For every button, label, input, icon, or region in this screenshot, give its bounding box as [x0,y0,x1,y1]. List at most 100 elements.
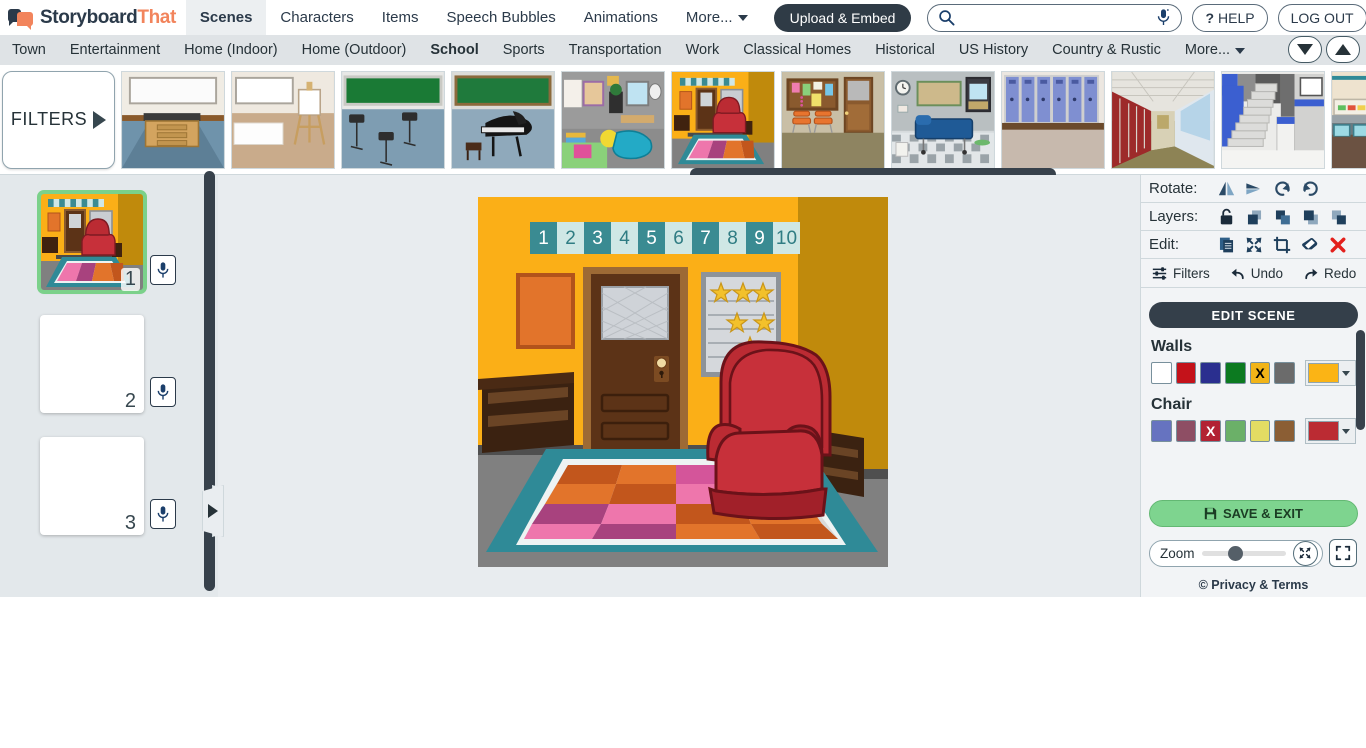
undo-button[interactable]: Undo [1220,266,1293,281]
category-country-rustic[interactable]: Country & Rustic [1040,42,1173,58]
delete-icon[interactable] [1325,233,1351,257]
scene-thumb-classroom-door-yellow[interactable] [671,70,775,169]
scene-thumb-stairwell[interactable] [1221,70,1325,169]
app-logo[interactable]: StoryboardThat [0,7,186,30]
chair-swatch-periwinkle[interactable] [1151,420,1172,442]
chair-current-color-chip [1308,421,1339,441]
category-home-outdoor[interactable]: Home (Outdoor) [290,42,419,58]
tab-animations[interactable]: Animations [570,0,672,35]
scene-thumb-cafeteria[interactable] [1331,70,1366,169]
privacy-terms-link[interactable]: © Privacy & Terms [1141,578,1366,592]
category-classical-homes-label: Classical Homes [743,42,852,58]
duplicate-icon[interactable] [1213,233,1239,257]
microphone-icon[interactable] [1156,8,1171,27]
scene-thumbnail-strip[interactable]: FILTERS [0,65,1366,175]
scene-thumb-art-room-easel[interactable] [231,70,335,169]
help-button[interactable]: ? HELP [1192,3,1268,32]
category-sports[interactable]: Sports [491,42,557,58]
storyboard-cell-2[interactable]: 2 [40,315,144,413]
scene-thumb-music-room-piano[interactable] [451,70,555,169]
eraser-icon[interactable] [1297,233,1323,257]
chair-swatch-green[interactable] [1225,420,1246,442]
scene-canvas[interactable]: 1 2 3 4 5 6 7 8 9 10 [478,197,888,567]
storyboard-cell-number: 3 [120,512,140,535]
zoom-slider-group[interactable]: Zoom [1149,539,1323,567]
properties-panel-scrollbar[interactable] [1356,330,1365,430]
cell-microphone-button-1[interactable] [150,255,176,285]
crop-icon[interactable] [1269,233,1295,257]
zoom-slider[interactable] [1201,545,1286,561]
edit-scene-button[interactable]: EDIT SCENE [1149,302,1358,328]
send-to-back-icon[interactable] [1325,205,1351,229]
category-work[interactable]: Work [674,42,732,58]
category-entertainment[interactable]: Entertainment [58,42,172,58]
canvas-pane[interactable]: 1 2 3 4 5 6 7 8 9 10 [202,175,1140,597]
filters-button[interactable]: FILTERS [2,70,115,169]
storyboard-cell-row-2: 2 [0,315,218,413]
flip-horizontal-icon[interactable] [1213,177,1239,201]
tab-scenes[interactable]: Scenes [185,0,267,35]
fit-to-screen-button[interactable] [1292,540,1318,566]
chair-swatch-plum[interactable] [1175,420,1197,442]
walls-current-color-dropdown[interactable] [1305,360,1356,386]
storyboard-cell-row-3: 3 [0,437,218,535]
walls-swatch-blue[interactable] [1200,362,1222,384]
walls-swatch-gray[interactable] [1274,362,1296,384]
send-backward-icon[interactable] [1297,205,1323,229]
lock-icon[interactable] [1213,205,1239,229]
tab-items[interactable]: Items [368,0,433,35]
chair-swatch-yellow[interactable] [1249,420,1271,442]
chair-swatch-red-selected[interactable]: X [1200,420,1222,442]
resize-icon[interactable] [1241,233,1267,257]
fullscreen-button[interactable] [1328,539,1357,567]
search-input[interactable] [963,8,1149,27]
filters-panel-button[interactable]: Filters [1141,266,1220,281]
bring-to-front-icon[interactable] [1241,205,1267,229]
rotate-right-icon[interactable] [1297,177,1323,201]
scene-thumb-classroom-desk-whiteboard[interactable] [121,70,225,169]
zoom-slider-knob[interactable] [1227,545,1243,561]
save-and-exit-button[interactable]: SAVE & EXIT [1149,500,1358,527]
scene-thumb-music-room-stands[interactable] [341,70,445,169]
walls-swatch-yellow-selected[interactable]: X [1249,362,1271,384]
scene-thumb-nurse-office[interactable] [891,70,995,169]
category-classical-homes[interactable]: Classical Homes [731,42,863,58]
undo-redo-toolbar: Filters Undo Redo [1141,259,1366,288]
tab-more[interactable]: More... [672,0,762,35]
storyboard-cell-1[interactable]: 1 [37,190,147,294]
scene-thumb-hallway-chairs-door[interactable] [781,70,885,169]
category-scroll-arrows [1288,36,1360,63]
walls-swatch-white[interactable] [1151,362,1172,384]
page-background-filler [0,612,1366,748]
undo-icon [1231,268,1244,279]
category-school[interactable]: School [418,42,490,58]
cell-microphone-button-3[interactable] [150,499,176,529]
chair-swatch-brown[interactable] [1274,420,1296,442]
rotate-left-icon[interactable] [1269,177,1295,201]
scroll-up-button[interactable] [1326,36,1360,63]
tab-characters[interactable]: Characters [266,0,367,35]
category-more[interactable]: More... [1173,42,1257,58]
collapse-right-panel-button[interactable] [202,485,224,537]
category-town[interactable]: Town [0,42,58,58]
storyboard-cell-3[interactable]: 3 [40,437,144,535]
scene-thumb-kindergarten-playroom[interactable] [561,70,665,169]
logout-button[interactable]: LOG OUT [1277,3,1366,32]
chair-current-color-dropdown[interactable] [1305,418,1356,444]
category-home-indoor[interactable]: Home (Indoor) [172,42,289,58]
bring-forward-icon[interactable] [1269,205,1295,229]
search-bar[interactable] [927,3,1183,32]
cell-microphone-button-2[interactable] [150,377,176,407]
flip-vertical-icon[interactable] [1241,177,1267,201]
category-transportation[interactable]: Transportation [557,42,674,58]
upload-embed-button[interactable]: Upload & Embed [773,3,912,32]
tab-speech-bubbles[interactable]: Speech Bubbles [432,0,569,35]
scene-thumb-lockers-blue[interactable] [1001,70,1105,169]
scroll-down-button[interactable] [1288,36,1322,63]
scene-thumb-hallway-lockers-red[interactable] [1111,70,1215,169]
walls-swatch-green[interactable] [1225,362,1246,384]
category-us-history[interactable]: US History [947,42,1040,58]
walls-swatch-red[interactable] [1175,362,1197,384]
category-historical[interactable]: Historical [863,42,947,58]
redo-button[interactable]: Redo [1293,266,1366,281]
